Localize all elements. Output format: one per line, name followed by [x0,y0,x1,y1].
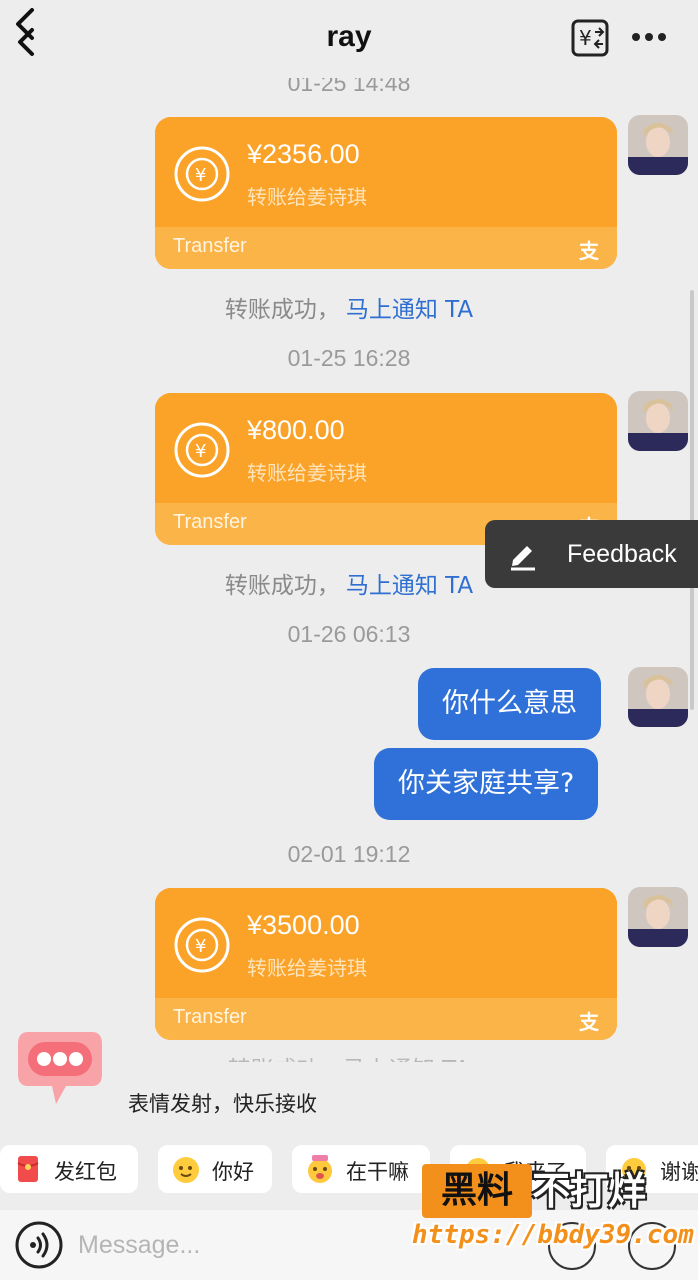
chip-label: 在干嘛 [346,1160,409,1184]
avatar[interactable] [628,391,688,451]
thinking-emoji-icon [308,1155,332,1183]
transfer-amount: ¥800.00 [247,415,345,445]
chip-label: 发红包 [54,1160,117,1184]
chip-label: 你好 [212,1160,254,1184]
notify-link[interactable]: 马上通知 TA [346,297,473,323]
svg-text:¥: ¥ [195,441,206,462]
chat-header: ray ¥ [0,0,698,78]
message-bubble[interactable]: 你什么意思 [418,668,601,740]
watermark-word2: 不打烊 [532,1169,647,1213]
transfer-label: Transfer [173,511,247,533]
timestamp: 01-25 16:28 [287,345,411,371]
feedback-label: Feedback [567,540,677,568]
notice-text: 转账成功， [224,297,340,323]
avatar[interactable] [628,887,688,947]
yuan-coin-icon: ¥ [174,917,230,973]
more-button[interactable] [630,22,670,56]
voice-button[interactable] [14,1220,64,1270]
avatar[interactable] [628,115,688,175]
transfer-amount: ¥2356.00 [247,139,360,169]
transfer-amount: ¥3500.00 [247,910,360,940]
feedback-button[interactable]: Feedback [485,520,698,588]
transfer-recipient: 转账给姜诗琪 [247,461,367,485]
alipay-icon: 支 [579,1010,599,1034]
svg-text:¥: ¥ [579,26,592,50]
yuan-coin-icon: ¥ [174,146,230,202]
timestamp: 01-26 06:13 [287,621,411,647]
transfer-card[interactable]: ¥ ¥2356.00 转账给姜诗琪 Transfer 支 [155,117,617,269]
quick-reply-whats-up[interactable]: 在干嘛 [292,1145,430,1193]
chat-screen: ray ¥ 01-25 14:48 ¥ ¥2356.00 转账给姜诗琪 Tran… [0,0,698,1280]
watermark-url: https://bbdy39.com [412,1220,694,1250]
card-body: ¥ ¥800.00 转账给姜诗琪 [155,393,617,503]
card-footer: Transfer 支 [155,227,617,269]
watermark: 黑料 不打烊 https://bbdy39.com [412,1160,698,1260]
svg-text:¥: ¥ [195,165,206,186]
yuan-transfer-icon: ¥ [571,19,609,57]
notify-link[interactable]: 马上通知 TA [346,573,473,599]
user-avatar-icon [628,887,688,947]
user-avatar-icon [628,667,688,727]
user-avatar-icon [628,391,688,451]
transfer-label: Transfer [173,1006,247,1028]
transfer-recipient: 转账给姜诗琪 [247,185,367,209]
card-body: ¥ ¥2356.00 转账给姜诗琪 [155,117,617,227]
transfer-card[interactable]: ¥ ¥3500.00 转账给姜诗琪 Transfer 支 [155,888,617,1040]
svg-text:¥: ¥ [195,936,206,957]
message-bubble[interactable]: 你关家庭共享? [374,748,599,820]
voice-icon [15,1221,63,1269]
avatar[interactable] [628,667,688,727]
chat-bubble-dots-icon [18,1032,102,1104]
yuan-coin-icon: ¥ [174,422,230,478]
watermark-word1: 黑料 [422,1164,532,1218]
timestamp: 02-01 19:12 [287,841,411,867]
transfer-recipient: 转账给姜诗琪 [247,956,367,980]
more-dots-icon [632,33,666,41]
card-footer: Transfer 支 [155,998,617,1040]
transfer-button[interactable]: ¥ [570,18,610,62]
emoji-promo-button[interactable] [14,1022,106,1112]
user-avatar-icon [628,115,688,175]
quick-reply-red-envelope[interactable]: 发红包 [0,1145,138,1193]
wave-emoji-icon [173,1157,199,1183]
transfer-notice: 转账成功， 马上通知 TA [0,290,698,324]
alipay-icon: 支 [579,239,599,263]
notice-text: 转账成功， [224,573,340,599]
red-envelope-icon [17,1156,39,1182]
transfer-label: Transfer [173,235,247,257]
card-body: ¥ ¥3500.00 转账给姜诗琪 [155,888,617,998]
emoji-promo-text: 表情发射，快乐接收 [128,1092,317,1116]
edit-pencil-icon [511,546,535,571]
quick-reply-hello[interactable]: 你好 [158,1145,272,1193]
